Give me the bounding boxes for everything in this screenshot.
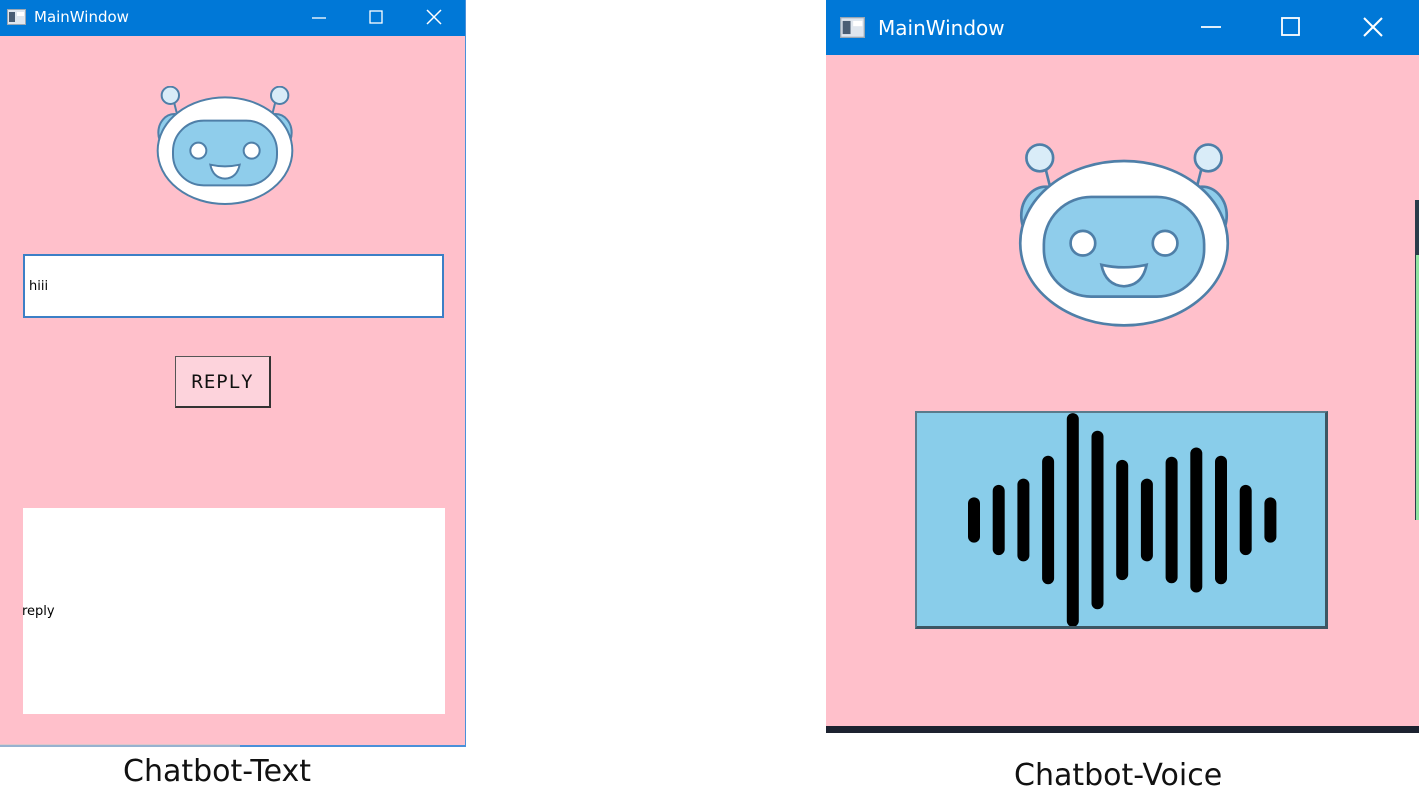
maximize-icon[interactable] — [1258, 0, 1338, 55]
window-title: MainWindow — [34, 8, 129, 26]
caption-chatbot-text: Chatbot-Text — [123, 754, 312, 789]
minimize-icon[interactable] — [1178, 0, 1258, 55]
reply-output-text: reply — [22, 604, 55, 619]
robot-mascot-icon — [1018, 143, 1230, 327]
maximize-icon[interactable] — [348, 0, 406, 36]
title-bar[interactable]: MainWindow — [0, 0, 465, 36]
robot-mascot-icon — [156, 86, 294, 205]
reply-output-box: reply — [22, 508, 445, 714]
message-input[interactable] — [23, 254, 444, 318]
close-icon[interactable] — [1338, 0, 1418, 55]
caption-chatbot-voice: Chatbot-Voice — [1014, 758, 1223, 793]
taskbar-strip — [0, 744, 240, 747]
chatbot-voice-window: MainWindow — [826, 0, 1419, 733]
reply-button[interactable]: REPLY — [175, 356, 271, 408]
close-icon[interactable] — [406, 0, 464, 36]
voice-input-button[interactable] — [915, 411, 1328, 629]
window-title: MainWindow — [878, 16, 1005, 40]
minimize-icon[interactable] — [290, 0, 348, 36]
title-bar[interactable]: MainWindow — [826, 0, 1419, 55]
chatbot-text-window: MainWindow REPLY reply — [0, 0, 466, 747]
app-window-icon — [7, 9, 26, 25]
sound-wave-icon — [968, 413, 1277, 626]
app-window-icon — [840, 17, 865, 38]
